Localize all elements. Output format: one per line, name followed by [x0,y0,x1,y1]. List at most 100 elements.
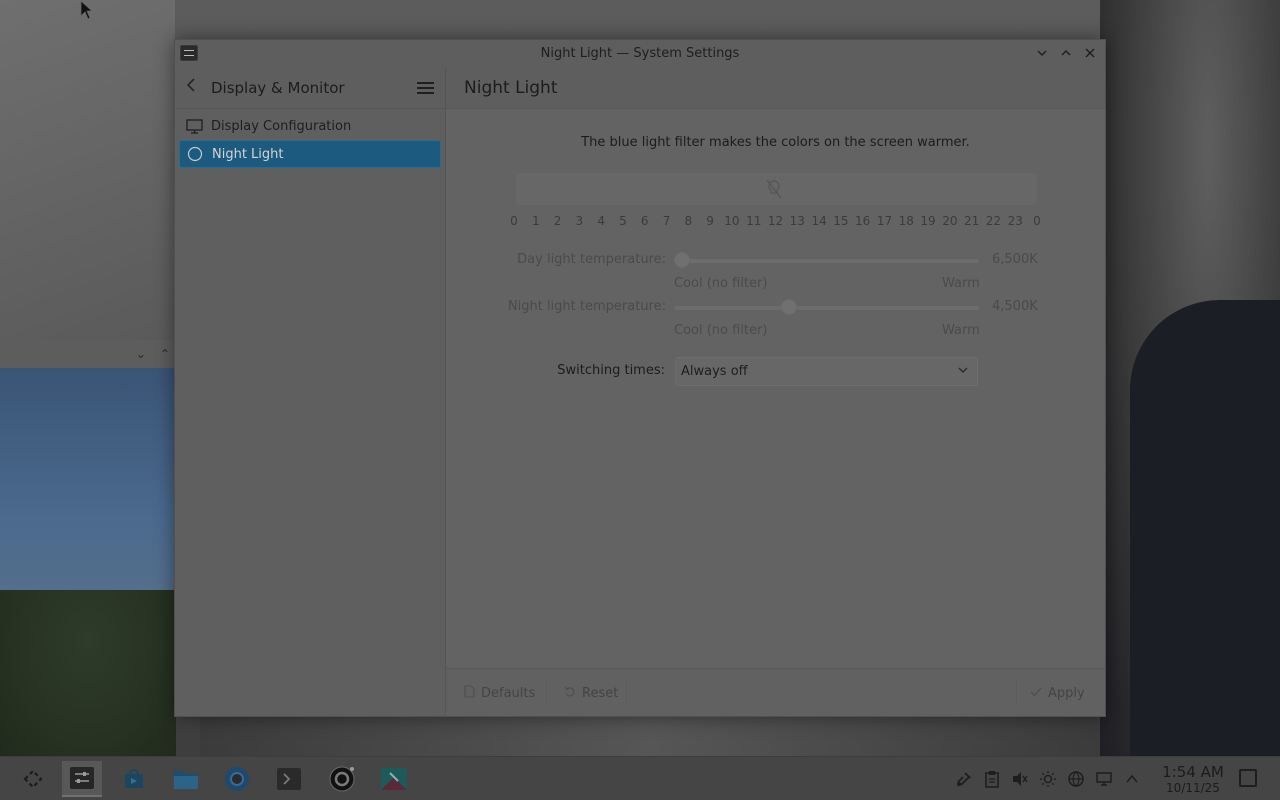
hour-tick-label: 7 [662,214,671,228]
clipboard-icon[interactable] [978,757,1006,800]
display-icon[interactable] [1090,757,1118,800]
taskbar-discover[interactable] [114,761,154,797]
brightness-icon[interactable] [1034,757,1062,800]
terminal-icon [277,768,301,790]
chromium-icon [225,767,249,791]
background-window-content [0,368,176,618]
minimize-button[interactable] [1033,44,1051,62]
chevron-up-icon [1061,50,1071,56]
apply-button[interactable]: Apply [1022,679,1093,707]
background-window-content [0,590,176,756]
day-temperature-label: Day light temperature: [517,252,666,267]
main-content: Night Light The blue light filter makes … [446,67,1105,716]
discover-store-icon [125,769,143,788]
network-icon[interactable] [1062,757,1090,800]
hour-tick-label: 0 [1033,214,1041,228]
app-launcher-button[interactable] [13,761,53,797]
day-cool-label: Cool (no filter) [674,276,768,291]
hour-scale: 0 1 2 3 4 5 6 7 8 9 10 11 12 13 14 15 16 17 18 19 20 21 22 23 0 [506,214,1046,230]
game-mode-icon[interactable] [950,757,978,800]
hour-tick-label: 3 [575,214,584,228]
undo-icon [564,686,576,701]
light-off-icon [764,179,784,201]
hour-tick-label: 2 [553,214,562,228]
taskbar-obs[interactable] [322,761,362,797]
defaults-label: Defaults [481,685,536,701]
mouse-cursor-icon [80,0,94,20]
volume-muted-icon[interactable] [1006,757,1034,800]
system-settings-window: Night Light — System Settings Display & … [174,39,1106,717]
sidebar-header: Display & Monitor [175,67,445,109]
hour-tick-label: 20 [942,214,958,228]
hour-tick-label: 14 [811,214,827,228]
app-launcher-icon [23,769,43,789]
window-title: Night Light — System Settings [540,46,740,61]
slider-track [674,259,979,263]
chevron-up-icon[interactable]: ⌃ [160,347,170,361]
day-temperature-slider[interactable] [674,251,979,269]
hour-tick-label: 23 [1007,214,1023,228]
show-desktop-button[interactable] [1239,769,1257,787]
system-settings-icon[interactable] [180,45,198,61]
sidebar-item-night-light[interactable]: Night Light [179,140,441,168]
chevron-down-icon [1037,50,1047,56]
taskbar-image-viewer[interactable] [374,761,414,797]
chevron-up-icon[interactable] [1118,757,1146,800]
schedule-timeline [516,173,1037,205]
background-window[interactable]: ⌄ ⌃ [0,340,176,756]
slider-handle[interactable] [780,299,797,315]
night-light-description: The blue light filter makes the colors o… [581,135,970,150]
obs-icon [329,766,355,792]
background-window-titlebar[interactable]: ⌄ ⌃ [0,340,176,368]
monitor-icon [185,118,203,134]
hour-tick-label: 15 [833,214,849,228]
switching-times-label: Switching times: [557,363,665,378]
hour-tick-label: 19 [920,214,936,228]
hour-tick-label: 9 [706,214,714,228]
system-settings-icon [70,767,94,789]
apply-label: Apply [1048,685,1085,701]
clock[interactable]: 1:54 AM 10/11/25 [1160,763,1226,796]
maximize-button[interactable] [1057,44,1075,62]
slider-track [674,306,979,310]
window-titlebar[interactable]: Night Light — System Settings [175,40,1105,67]
hour-tick-label: 17 [876,214,893,228]
image-viewer-icon [381,768,407,790]
divider [546,681,547,705]
reset-label: Reset [582,685,619,701]
night-temperature-slider[interactable] [674,298,979,316]
document-icon [464,685,475,701]
night-temperature-value: 4,500K [992,299,1038,314]
day-warm-label: Warm [942,276,980,291]
file-manager-icon [174,771,198,789]
taskbar-file-manager[interactable] [166,761,206,797]
clock-date: 10/11/25 [1166,781,1220,795]
hour-tick-label: 13 [789,214,805,228]
hour-tick-label: 22 [985,214,1002,228]
day-temperature-value: 6,500K [992,252,1038,267]
sidebar: Display & Monitor Display Configuration [175,67,446,716]
switching-times-select[interactable]: Always off [675,357,978,386]
taskbar-terminal[interactable] [269,761,309,797]
hour-tick-label: 21 [963,214,980,228]
wallpaper-region [200,716,1100,756]
taskbar-system-settings[interactable] [62,761,102,797]
taskbar-chromium[interactable] [217,761,257,797]
back-arrow-icon[interactable] [185,77,205,98]
taskbar: 1:54 AM 10/11/25 [0,756,1280,800]
reset-button[interactable]: Reset [556,679,626,707]
chevron-down-icon[interactable]: ⌄ [136,347,146,361]
close-button[interactable] [1081,44,1099,62]
night-light-icon [186,146,204,162]
night-warm-label: Warm [942,323,980,338]
sidebar-item-display-configuration[interactable]: Display Configuration [179,112,441,140]
wallpaper-region [0,0,175,340]
night-cool-label: Cool (no filter) [674,323,768,338]
defaults-button[interactable]: Defaults [456,679,543,707]
divider [1016,681,1017,705]
clock-time: 1:54 AM [1162,763,1224,781]
slider-handle[interactable] [674,252,690,268]
hamburger-menu-icon[interactable] [417,81,435,95]
action-footer: Defaults Reset Apply [446,668,1105,716]
close-icon [1085,48,1095,58]
